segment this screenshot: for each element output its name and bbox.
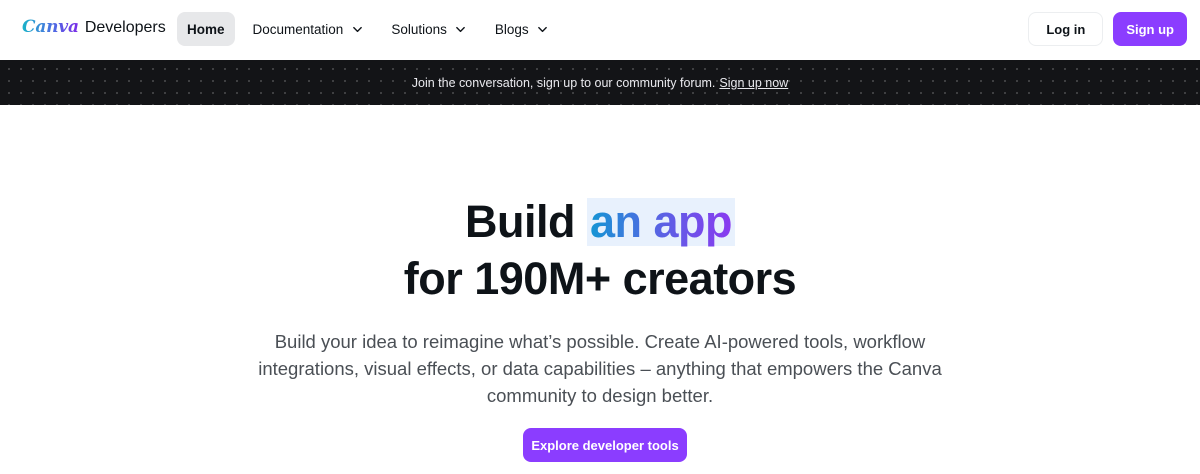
banner-signup-link[interactable]: Sign up now bbox=[719, 76, 788, 90]
top-nav: Canva Developers Home Documentation Solu… bbox=[0, 0, 1200, 60]
nav-item-label: Blogs bbox=[494, 21, 529, 37]
hero-subtitle: Build your idea to reimagine what’s poss… bbox=[258, 331, 942, 406]
brand-developers-text: Developers bbox=[84, 19, 166, 36]
nav-item-documentation[interactable]: Documentation bbox=[243, 12, 374, 46]
hero-title-highlight-box: an app bbox=[586, 196, 736, 247]
nav-item-label: Home bbox=[187, 21, 225, 37]
nav-item-label: Documentation bbox=[252, 21, 344, 37]
brand-logo-link[interactable]: Canva Developers bbox=[22, 17, 166, 37]
banner-text: Join the conversation, sign up to our co… bbox=[411, 75, 716, 90]
login-button[interactable]: Log in bbox=[1028, 12, 1104, 46]
nav-actions: Log in Sign up bbox=[1028, 12, 1187, 46]
hero-title-start: Build bbox=[464, 196, 575, 247]
nav-item-blogs[interactable]: Blogs bbox=[485, 12, 559, 46]
chevron-down-icon bbox=[455, 23, 467, 35]
hero-title-highlight: an app bbox=[589, 196, 733, 247]
nav-item-home[interactable]: Home bbox=[177, 12, 235, 46]
chevron-down-icon bbox=[351, 23, 363, 35]
chevron-down-icon bbox=[537, 23, 549, 35]
signup-button[interactable]: Sign up bbox=[1113, 12, 1187, 46]
community-banner: Join the conversation, sign up to our co… bbox=[0, 60, 1200, 105]
nav-item-label: Solutions bbox=[391, 21, 447, 37]
nav-item-solutions[interactable]: Solutions bbox=[381, 12, 477, 46]
canva-logo: Canva bbox=[22, 17, 79, 37]
main-nav: Home Documentation Solutions Blogs bbox=[177, 12, 567, 46]
hero-title: Build an app for 190M+ creators bbox=[0, 193, 1200, 307]
hero-title-line2: for 190M+ creators bbox=[403, 253, 797, 304]
explore-developer-tools-button[interactable]: Explore developer tools bbox=[523, 428, 687, 462]
